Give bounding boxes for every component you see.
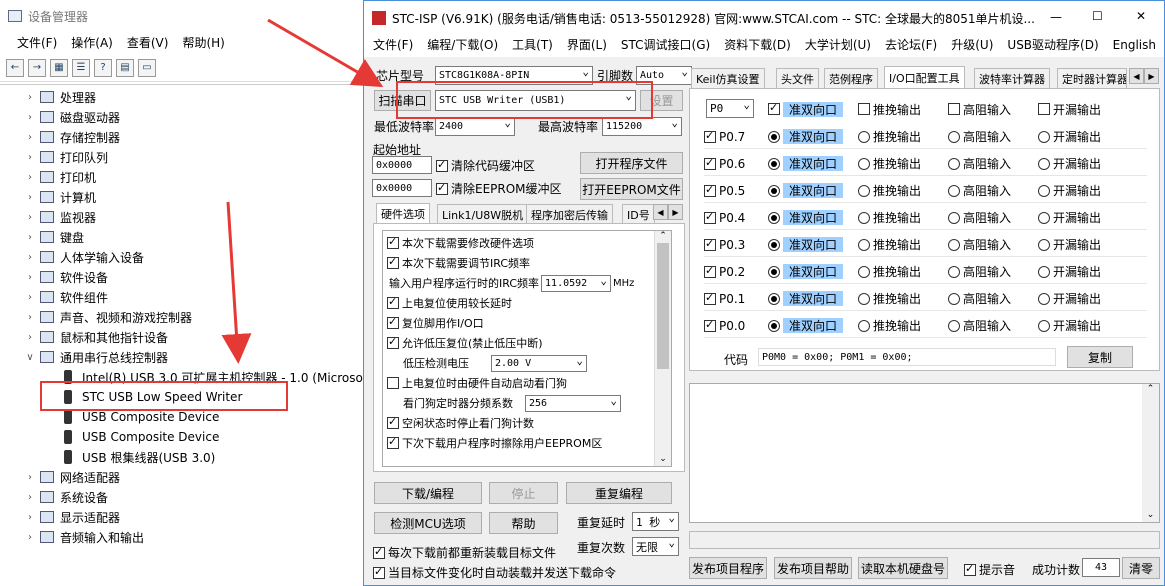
arrow-to-port (267, 18, 384, 88)
arrow-to-device (221, 201, 252, 364)
annotation-arrows (221, 18, 384, 364)
